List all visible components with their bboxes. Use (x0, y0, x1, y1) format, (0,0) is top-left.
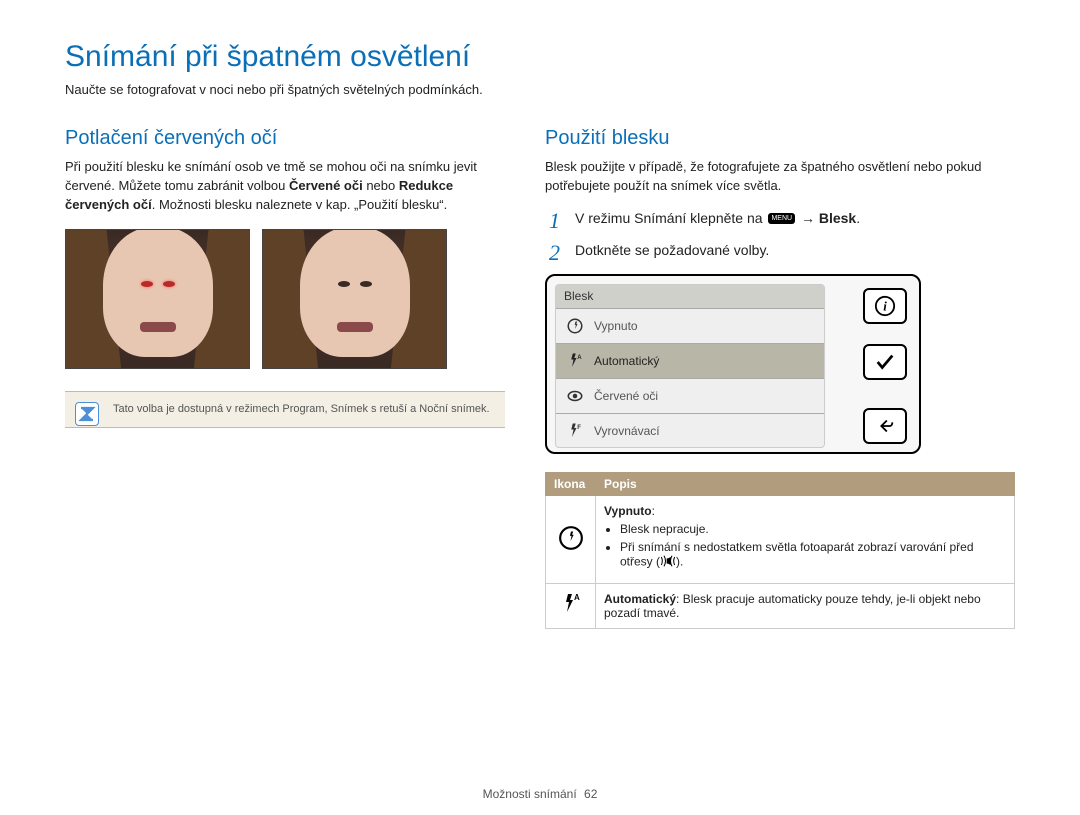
flash-option-off[interactable]: Vypnuto (556, 309, 824, 344)
flash-option-fill-label: Vyrovnávací (594, 424, 660, 438)
confirm-button[interactable] (863, 344, 907, 380)
svg-text:F: F (577, 425, 581, 431)
flash-option-redeye-label: Červené oči (594, 389, 658, 403)
row-off-desc: Vypnuto: Blesk nepracuje. Při snímání s … (596, 495, 1015, 583)
svg-text:i: i (883, 299, 887, 313)
page-subtitle: Naučte se fotografovat v noci nebo při š… (65, 82, 1015, 97)
svg-text:A: A (577, 354, 582, 360)
row-off-bullet-2: Při snímání s nedostatkem světla fotoapa… (620, 540, 1006, 571)
row-off-icon (546, 495, 596, 583)
svg-text:A: A (574, 593, 580, 602)
step-number-2: 2 (549, 242, 567, 264)
table-header-icon: Ikona (546, 472, 596, 495)
table-header-desc: Popis (596, 472, 1015, 495)
menu-icon: MENU (768, 213, 795, 224)
page-title: Snímání při špatném osvětlení (65, 40, 1015, 74)
screen-title: Blesk (556, 285, 824, 309)
info-button[interactable]: i (863, 288, 907, 324)
red-eye-bold-1: Červené oči (289, 178, 363, 193)
footer-page-number: 62 (584, 787, 597, 801)
flash-option-auto[interactable]: A Automatický (556, 344, 824, 379)
flash-option-fill[interactable]: F Vyrovnávací (556, 414, 824, 448)
photo-fixed (262, 229, 447, 369)
row-auto-desc: Automatický: Blesk pracuje automaticky p… (596, 583, 1015, 628)
row-auto-icon: A (546, 583, 596, 628)
footer-section: Možnosti snímání (483, 787, 577, 801)
red-eye-text-post: . Možnosti blesku naleznete v kap. „Použ… (152, 197, 448, 212)
photo-with-red-eye (65, 229, 250, 369)
note-icon (75, 402, 99, 426)
flash-option-off-label: Vypnuto (594, 319, 638, 333)
red-eye-icon (564, 385, 586, 407)
flash-off-icon (564, 315, 586, 337)
heading-flash: Použití blesku (545, 127, 1015, 150)
note-text: Tato volba je dostupná v režimech Progra… (113, 403, 490, 415)
step-1-text: V režimu Snímání klepněte na MENU → Bles… (575, 210, 860, 226)
row-off-bullet-1: Blesk nepracuje. (620, 522, 1006, 536)
step-2-text: Dotkněte se požadované volby. (575, 242, 769, 258)
red-eye-text-mid: nebo (363, 178, 399, 193)
step-number-1: 1 (549, 210, 567, 232)
flash-option-redeye[interactable]: Červené oči (556, 379, 824, 414)
note-box: Tato volba je dostupná v režimech Progra… (65, 391, 505, 428)
flash-description-table: Ikona Popis Vypnuto: Blesk nepracuje. Př… (545, 472, 1015, 629)
flash-auto-icon: A (564, 350, 586, 372)
shake-icon (660, 554, 676, 571)
flash-fill-icon: F (564, 420, 586, 442)
red-eye-paragraph: Při použití blesku ke snímání osob ve tm… (65, 158, 505, 215)
flash-option-auto-label: Automatický (594, 354, 659, 368)
example-photos (65, 229, 505, 369)
back-button[interactable] (863, 408, 907, 444)
camera-screen-illustration: Blesk Vypnuto A Automatický (545, 274, 921, 454)
flash-intro: Blesk použijte v případě, že fotografuje… (545, 158, 1015, 196)
page-footer: Možnosti snímání 62 (0, 787, 1080, 801)
heading-red-eye: Potlačení červených očí (65, 127, 505, 150)
